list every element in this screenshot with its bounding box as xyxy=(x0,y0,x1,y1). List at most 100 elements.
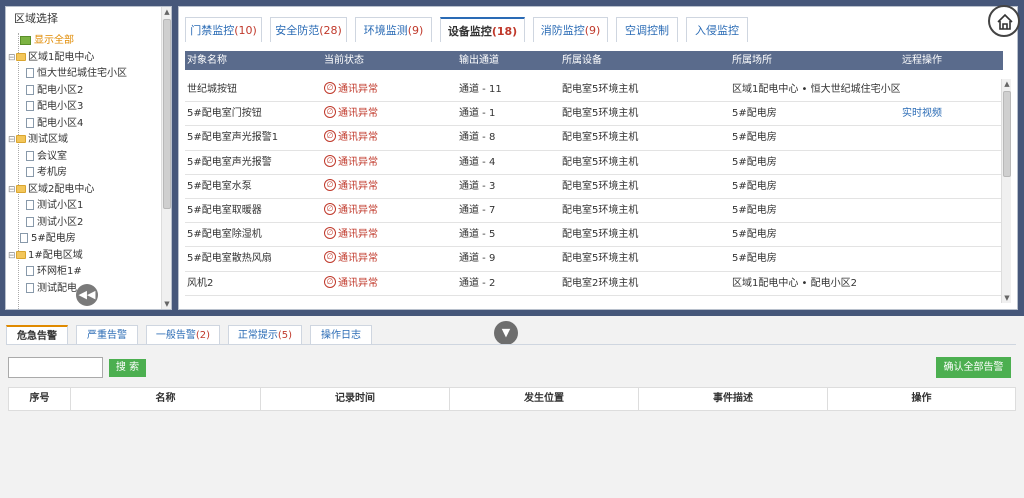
area-tree-title: 区域选择 xyxy=(14,12,58,25)
confirm-all-alarms-button[interactable]: 确认全部告警 xyxy=(936,357,1011,378)
folder-icon xyxy=(16,250,26,259)
tree-item-folder[interactable]: ⊟ 1#配电区域 xyxy=(6,248,162,265)
home-icon[interactable] xyxy=(988,5,1020,37)
object-name-cell: 5#配电室门按钮 xyxy=(187,108,262,120)
document-icon xyxy=(26,216,34,227)
table-row[interactable]: 5#配电室声光报警1 ∅ 通讯异常 通道 - 8 配电室5环境主机 5#配电房 xyxy=(185,126,1003,151)
table-scrollbar[interactable]: ▲ ▼ xyxy=(1001,79,1011,303)
location-cell: 5#配电房 xyxy=(732,132,777,144)
table-row[interactable]: 5#配电室声光报警 ∅ 通讯异常 通道 - 4 配电室5环境主机 5#配电房 xyxy=(185,151,1003,175)
scroll-down-icon[interactable]: ▼ xyxy=(1003,293,1011,303)
expand-icon[interactable]: ⊟ xyxy=(8,248,16,265)
header-status: 当前状态 xyxy=(324,55,364,66)
header-device: 所属设备 xyxy=(562,55,602,66)
remote-op-cell xyxy=(900,247,1003,270)
alarm-table-header: 序号 名称 记录时间 发生位置 事件描述 操作 xyxy=(8,387,1016,411)
tab-aircon[interactable]: 空调控制 xyxy=(616,17,678,42)
device-cell: 配电室5环境主机 xyxy=(562,204,639,216)
link-broken-icon: ∅ xyxy=(324,227,336,240)
tree-item[interactable]: 配电小区3 xyxy=(6,99,162,116)
table-header: 对象名称 当前状态 输出通道 所属设备 所属场所 远程操作 xyxy=(185,51,1003,70)
expand-icon[interactable]: ⊟ xyxy=(8,132,16,149)
tree-item-folder[interactable]: ⊟ 区域1配电中心 xyxy=(6,50,162,67)
scroll-up-icon[interactable]: ▲ xyxy=(1003,79,1011,89)
object-name-cell: 5#配电室取暖器 xyxy=(187,204,262,216)
object-name-cell: 风机2 xyxy=(187,277,214,289)
location-cell: 5#配电房 xyxy=(732,204,777,216)
all-icon xyxy=(20,35,31,45)
header-event-desc: 事件描述 xyxy=(639,388,828,410)
header-operation: 操作 xyxy=(911,393,932,404)
status-cell: ∅ 通讯异常 xyxy=(322,175,457,198)
object-name-cell: 5#配电室声光报警1 xyxy=(187,132,279,144)
device-cell: 配电室5环境主机 xyxy=(562,180,639,192)
tree-item-show-all[interactable]: 显示全部 xyxy=(6,33,162,50)
document-icon xyxy=(26,84,34,95)
location-cell: 区域1配电中心 • 恒大世纪城住宅小区 xyxy=(732,84,900,95)
tree-item[interactable]: 恒大世纪城住宅小区 xyxy=(6,66,162,83)
tab-operation-log[interactable]: 操作日志 xyxy=(310,325,372,345)
expand-icon[interactable]: ⊟ xyxy=(8,50,16,67)
table-row[interactable]: 5#配电室散热风扇 ∅ 通讯异常 通道 - 9 配电室5环境主机 5#配电房 xyxy=(185,247,1003,272)
table-row[interactable]: 风机2 ∅ 通讯异常 通道 - 2 配电室2环境主机 区域1配电中心 • 配电小区2 xyxy=(185,272,1003,296)
tree-item[interactable]: 环网柜1# xyxy=(6,264,162,281)
tree-item[interactable]: 配电小区2 xyxy=(6,83,162,100)
object-name-cell: 5#配电室声光报警 xyxy=(187,156,272,168)
status-cell: ∅ 通讯异常 xyxy=(322,78,457,101)
scroll-down-icon[interactable]: ▼ xyxy=(163,299,171,309)
live-video-link[interactable]: 实时视频 xyxy=(900,102,1003,125)
status-cell: ∅ 通讯异常 xyxy=(322,126,457,149)
tab-device-monitor[interactable]: 设备监控(18) xyxy=(440,17,525,42)
tab-intrusion[interactable]: 入侵监控 xyxy=(686,17,748,42)
remote-op-cell xyxy=(900,272,1003,295)
table-row[interactable]: 5#配电室门按钮 ∅ 通讯异常 通道 - 1 配电室5环境主机 5#配电房 实时视频 xyxy=(185,102,1003,127)
header-location: 所属场所 xyxy=(732,55,772,66)
collapse-left-icon[interactable]: ◀◀ xyxy=(76,284,98,306)
tree-item-folder[interactable]: ⊟ 区域2配电中心 xyxy=(6,182,162,199)
table-row[interactable]: 世纪城按钮 ∅ 通讯异常 通道 - 11 配电室5环境主机 区域1配电中心 • 恒大世纪城… xyxy=(185,78,1003,103)
status-cell: ∅ 通讯异常 xyxy=(322,247,457,270)
collapse-down-icon[interactable]: ▼ xyxy=(494,321,518,345)
tree-item[interactable]: 测试小区2 xyxy=(6,215,162,232)
tab-access-control[interactable]: 门禁监控(10) xyxy=(185,17,262,42)
tree-item[interactable]: 配电小区4 xyxy=(6,116,162,133)
table-row[interactable]: 5#配电室水泵 ∅ 通讯异常 通道 - 3 配电室5环境主机 5#配电房 xyxy=(185,175,1003,199)
tree-item[interactable]: 考机房 xyxy=(6,165,162,182)
object-name-cell: 5#配电室除湿机 xyxy=(187,229,262,241)
link-broken-icon: ∅ xyxy=(324,106,336,119)
folder-icon xyxy=(16,184,26,193)
document-icon xyxy=(20,233,28,243)
tree-scrollbar[interactable]: ▲ ▼ xyxy=(161,7,171,309)
header-channel: 输出通道 xyxy=(459,55,499,66)
channel-cell: 通道 - 9 xyxy=(459,253,496,265)
alarm-search-input[interactable] xyxy=(8,357,103,378)
table-row[interactable]: 5#配电室除湿机 ∅ 通讯异常 通道 - 5 配电室5环境主机 5#配电房 xyxy=(185,223,1003,248)
tab-security[interactable]: 安全防范(28) xyxy=(270,17,347,42)
link-broken-icon: ∅ xyxy=(324,154,336,167)
search-button[interactable]: 搜 索 xyxy=(109,359,146,377)
tab-severe-alarm[interactable]: 严重告警 xyxy=(76,325,138,345)
remote-op-cell xyxy=(900,151,1003,174)
tab-environment[interactable]: 环境监测(9) xyxy=(355,17,432,42)
tab-normal-notice[interactable]: 正常提示(5) xyxy=(228,325,302,345)
tab-divider xyxy=(6,344,1016,345)
location-cell: 区域1配电中心 • 配电小区2 xyxy=(732,277,857,289)
tab-critical-alarm[interactable]: 危急告警 xyxy=(6,325,68,345)
tree-item[interactable]: 测试小区1 xyxy=(6,198,162,215)
tab-fire[interactable]: 消防监控(9) xyxy=(533,17,608,42)
document-icon xyxy=(26,200,34,210)
scroll-thumb[interactable] xyxy=(163,19,171,209)
tree-item-folder[interactable]: ⊟ 测试区域 xyxy=(6,132,162,149)
channel-cell: 通道 - 2 xyxy=(459,277,496,289)
table-row[interactable]: 5#配电室取暖器 ∅ 通讯异常 通道 - 7 配电室5环境主机 5#配电房 xyxy=(185,199,1003,224)
scroll-up-icon[interactable]: ▲ xyxy=(163,7,171,17)
scroll-thumb[interactable] xyxy=(1003,91,1011,177)
expand-icon[interactable]: ⊟ xyxy=(8,182,16,199)
channel-cell: 通道 - 4 xyxy=(459,156,496,168)
header-name: 名称 xyxy=(71,388,261,410)
area-tree: 显示全部 ⊟ 区域1配电中心 恒大世纪城住宅小区 配电小区2 配电小区3 配电小区… xyxy=(6,33,162,309)
tree-item[interactable]: 5#配电房 xyxy=(6,231,162,248)
document-icon xyxy=(26,150,34,161)
tree-item[interactable]: 会议室 xyxy=(6,149,162,166)
tab-general-alarm[interactable]: 一般告警(2) xyxy=(146,325,220,345)
